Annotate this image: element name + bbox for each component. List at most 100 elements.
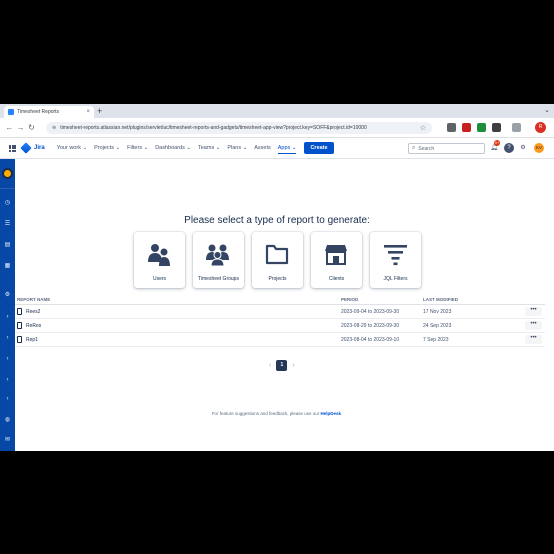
settings-icon[interactable]: ⚙︎ (0, 291, 15, 298)
nav-projects[interactable]: Projects ⌄ (94, 143, 120, 154)
more-actions-button[interactable]: ••• (525, 321, 542, 330)
reports-icon[interactable]: ▦ (0, 262, 15, 269)
report-name[interactable]: Rep1 (26, 337, 38, 343)
expand-chevron-icon[interactable]: › (0, 356, 15, 362)
report-period: 2023-08-04 to 2023-09-10 (341, 337, 400, 343)
reload-icon[interactable]: ↻ (26, 123, 37, 132)
pagination: ‹ 1 › (269, 360, 295, 371)
mail-icon[interactable]: ✉︎ (0, 436, 15, 443)
nav-assets[interactable]: Assets (254, 143, 271, 154)
primary-nav: Your work ⌄ Projects ⌄ Filters ⌄ Dashboa… (57, 143, 297, 154)
jira-favicon-icon (8, 109, 14, 115)
users-icon (148, 244, 170, 266)
card-label: Projects (268, 276, 287, 282)
help-icon[interactable]: ? (504, 143, 514, 153)
next-page-icon[interactable]: › (292, 362, 294, 369)
expand-chevron-icon[interactable]: › (0, 396, 15, 402)
tab-search-icon[interactable]: ⌄ (544, 106, 550, 114)
jira-logo[interactable]: Jira (20, 142, 45, 154)
nav-teams[interactable]: Teams ⌄ (198, 143, 220, 154)
app-sidebar: ◷ ☰ ▤ ▦ ⚙︎ › › › › › ◍ ✉︎ (0, 159, 15, 451)
prev-page-icon[interactable]: ‹ (269, 362, 271, 369)
report-modified: 17 Nov 2023 (423, 309, 452, 315)
nav-dashboards[interactable]: Dashboards ⌄ (155, 143, 191, 154)
product-name: Jira (34, 145, 45, 151)
card-label: Timesheet Groups (198, 276, 239, 282)
search-placeholder: Search (418, 145, 435, 152)
report-type-groups-card[interactable]: Timesheet Groups (193, 232, 244, 288)
nav-apps[interactable]: Apps ⌄ (277, 143, 297, 154)
card-label: JQL Filters (383, 276, 408, 282)
tab-title: Timesheet Reports (17, 109, 60, 115)
card-label: Clients (328, 276, 345, 282)
footer-end: . (341, 411, 343, 416)
extension-icon[interactable] (447, 123, 456, 132)
report-type-clients-card[interactable]: Clients (311, 232, 362, 288)
timesheet-app-logo-icon[interactable] (2, 168, 13, 179)
table-row[interactable]: ReRes 2023-08-29 to 2023-09-30 24 Sep 20… (15, 319, 545, 333)
nav-plans[interactable]: Plans ⌄ (227, 143, 247, 154)
nav-your-work[interactable]: Your work ⌄ (57, 143, 87, 154)
helpdesk-link[interactable]: HelpDesk (321, 411, 342, 416)
report-type-users-card[interactable]: Users (134, 232, 185, 288)
table-row[interactable]: Rep1 2023-08-04 to 2023-09-10 7 Sep 2023… (15, 333, 545, 347)
site-info-icon[interactable]: ⊜ (52, 125, 56, 131)
expand-chevron-icon[interactable]: › (0, 377, 15, 383)
column-header-period[interactable]: Period (341, 297, 358, 302)
browser-window: Timesheet Reports × + ⌄ ← → ↻ ⊜ timeshee… (0, 104, 554, 451)
back-icon[interactable]: ← (4, 123, 15, 132)
page-heading: Please select a type of report to genera… (184, 215, 370, 226)
report-type-jql-filters-card[interactable]: JQL Filters (370, 232, 421, 288)
jira-top-nav: Jira Your work ⌄ Projects ⌄ Filters ⌄ Da… (0, 138, 554, 159)
column-header-modified[interactable]: Last modified (423, 297, 458, 302)
notification-badge: 9+ (494, 140, 500, 146)
search-input[interactable]: ⌕ Search (408, 143, 485, 154)
more-actions-button[interactable]: ••• (525, 335, 542, 344)
filter-icon (384, 245, 407, 266)
create-button[interactable]: Create (304, 142, 334, 154)
url-text: timesheet-reports.atlassian.net/plugins/… (60, 125, 367, 131)
forward-icon[interactable]: → (15, 123, 26, 132)
tab-close-icon[interactable]: × (86, 109, 90, 115)
report-modified: 7 Sep 2023 (423, 337, 449, 343)
clock-icon[interactable]: ◷ (0, 199, 15, 206)
nav-filters[interactable]: Filters ⌄ (127, 143, 148, 154)
page-button-current[interactable]: 1 (276, 360, 288, 371)
table-row[interactable]: Rees2 2023-09-04 to 2023-09-30 17 Nov 20… (15, 305, 545, 319)
column-header-name[interactable]: Report name (17, 297, 50, 302)
app-switcher-icon[interactable] (9, 144, 16, 152)
sidebar-divider (0, 188, 15, 189)
browser-tab[interactable]: Timesheet Reports × (4, 106, 94, 118)
calendar-icon[interactable]: ▤ (0, 241, 15, 248)
address-toolbar: ← → ↻ ⊜ timesheet-reports.atlassian.net/… (0, 118, 554, 138)
expand-chevron-icon[interactable]: › (0, 314, 15, 320)
new-tab-button[interactable]: + (97, 106, 102, 116)
footer-text: For feature suggestions and feedback, pl… (211, 411, 321, 416)
report-name[interactable]: ReRes (26, 323, 41, 329)
globe-icon[interactable]: ◍ (0, 416, 15, 423)
search-icon: ⌕ (412, 145, 416, 151)
extension-icon[interactable] (462, 123, 471, 132)
report-period: 2023-09-04 to 2023-09-30 (341, 309, 400, 315)
settings-gear-icon[interactable]: ⚙︎ (518, 143, 528, 153)
more-actions-button[interactable]: ••• (525, 307, 542, 316)
profile-avatar[interactable]: R (535, 122, 546, 133)
extension-icon[interactable] (477, 123, 486, 132)
jira-logo-icon (20, 142, 32, 154)
report-document-icon (17, 322, 22, 329)
expand-chevron-icon[interactable]: › (0, 335, 15, 341)
bookmark-star-icon[interactable]: ☆ (420, 124, 426, 132)
tab-strip: Timesheet Reports × + ⌄ (0, 104, 554, 118)
user-avatar[interactable]: KV (534, 143, 544, 153)
store-icon (325, 245, 347, 265)
table-header: Report name Period Last modified (15, 296, 545, 305)
extensions-puzzle-icon[interactable] (512, 123, 521, 132)
extension-icon[interactable] (492, 123, 501, 132)
url-bar[interactable]: ⊜ timesheet-reports.atlassian.net/plugin… (46, 122, 432, 134)
main-content: Please select a type of report to genera… (15, 159, 554, 451)
timesheet-icon[interactable]: ☰ (0, 220, 15, 227)
report-name[interactable]: Rees2 (26, 309, 40, 315)
feedback-footer: For feature suggestions and feedback, pl… (15, 411, 539, 416)
report-type-projects-card[interactable]: Projects (252, 232, 303, 288)
groups-icon (206, 244, 229, 266)
